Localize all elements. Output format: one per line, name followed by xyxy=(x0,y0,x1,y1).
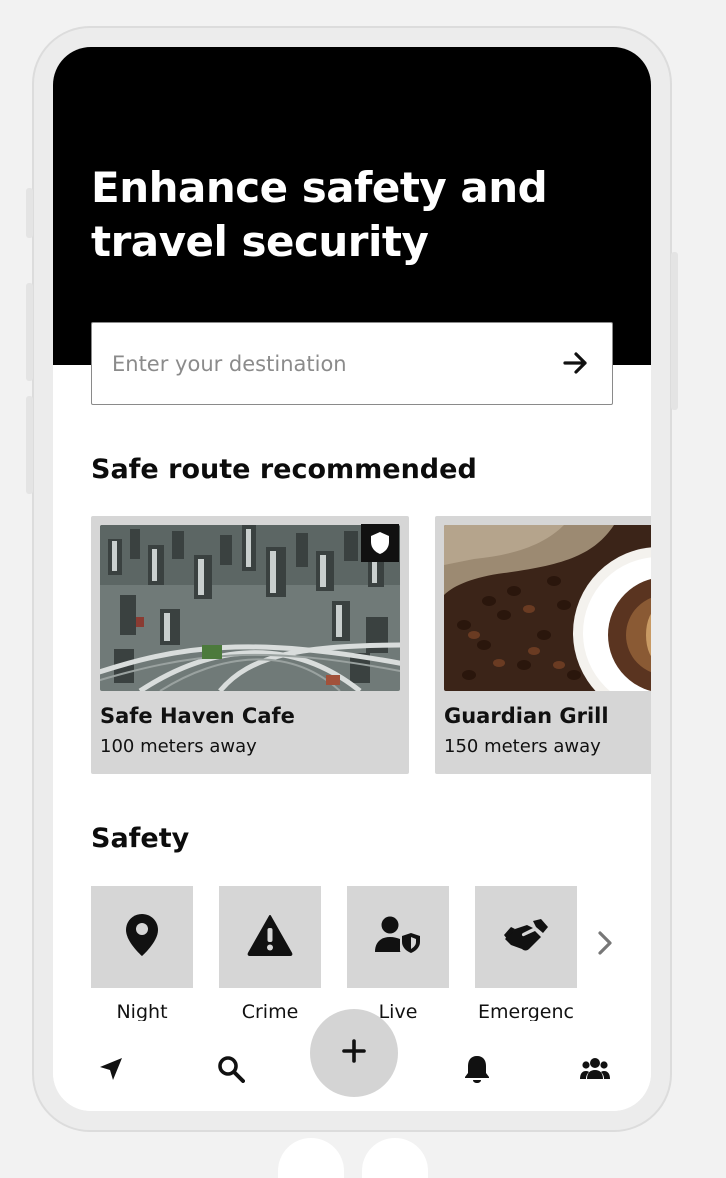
users-icon[interactable] xyxy=(575,1049,615,1089)
device-side-button xyxy=(26,283,33,381)
route-card-distance: 100 meters away xyxy=(100,736,257,757)
route-card-guardian-grill[interactable]: Guardian Grill 150 meters away xyxy=(435,516,651,774)
bottom-navigation xyxy=(53,1009,651,1111)
hero-title: Enhance safety and travel security xyxy=(91,163,548,266)
floating-control[interactable] xyxy=(278,1138,344,1178)
safety-label-crime: Crime xyxy=(241,1001,299,1023)
device-side-button xyxy=(26,188,33,238)
section-title-safe-routes: Safe route recommended xyxy=(91,454,477,485)
safety-label-night: Night xyxy=(116,1001,168,1023)
handshake-icon xyxy=(503,917,549,958)
safety-tile-emergency[interactable] xyxy=(475,886,577,988)
route-card-name: Guardian Grill xyxy=(444,704,609,728)
arrow-right-icon[interactable] xyxy=(558,345,594,381)
add-button[interactable] xyxy=(310,1009,398,1097)
phone-screen: Enhance safety and travel security Safe … xyxy=(53,47,651,1111)
safety-tile-night[interactable] xyxy=(91,886,193,988)
destination-input[interactable] xyxy=(110,323,544,405)
safety-label-emergency: Emergenc xyxy=(478,1001,574,1023)
aerial-city-photo xyxy=(100,525,400,691)
destination-search[interactable] xyxy=(91,322,613,405)
coffee-beans-photo xyxy=(444,525,651,691)
plus-icon xyxy=(342,1038,366,1068)
route-card-name: Safe Haven Cafe xyxy=(100,704,295,728)
shield-icon[interactable] xyxy=(361,524,399,562)
search-icon[interactable] xyxy=(211,1049,251,1089)
bell-icon[interactable] xyxy=(457,1049,497,1089)
user-shield-icon xyxy=(375,916,421,959)
floating-control[interactable] xyxy=(362,1138,428,1178)
safety-tile-crime[interactable] xyxy=(219,886,321,988)
safety-tile-live[interactable] xyxy=(347,886,449,988)
route-card-safe-haven-cafe[interactable]: Safe Haven Cafe 100 meters away xyxy=(91,516,409,774)
route-card-distance: 150 meters away xyxy=(444,736,601,757)
navigation-arrow-icon[interactable] xyxy=(91,1049,131,1089)
device-power-button xyxy=(671,252,678,410)
hero-banner: Enhance safety and travel security xyxy=(53,47,651,365)
device-side-button xyxy=(26,396,33,494)
chevron-right-icon[interactable] xyxy=(593,929,617,957)
warning-icon xyxy=(247,914,293,961)
location-pin-icon xyxy=(125,913,159,962)
section-title-safety: Safety xyxy=(91,823,190,854)
